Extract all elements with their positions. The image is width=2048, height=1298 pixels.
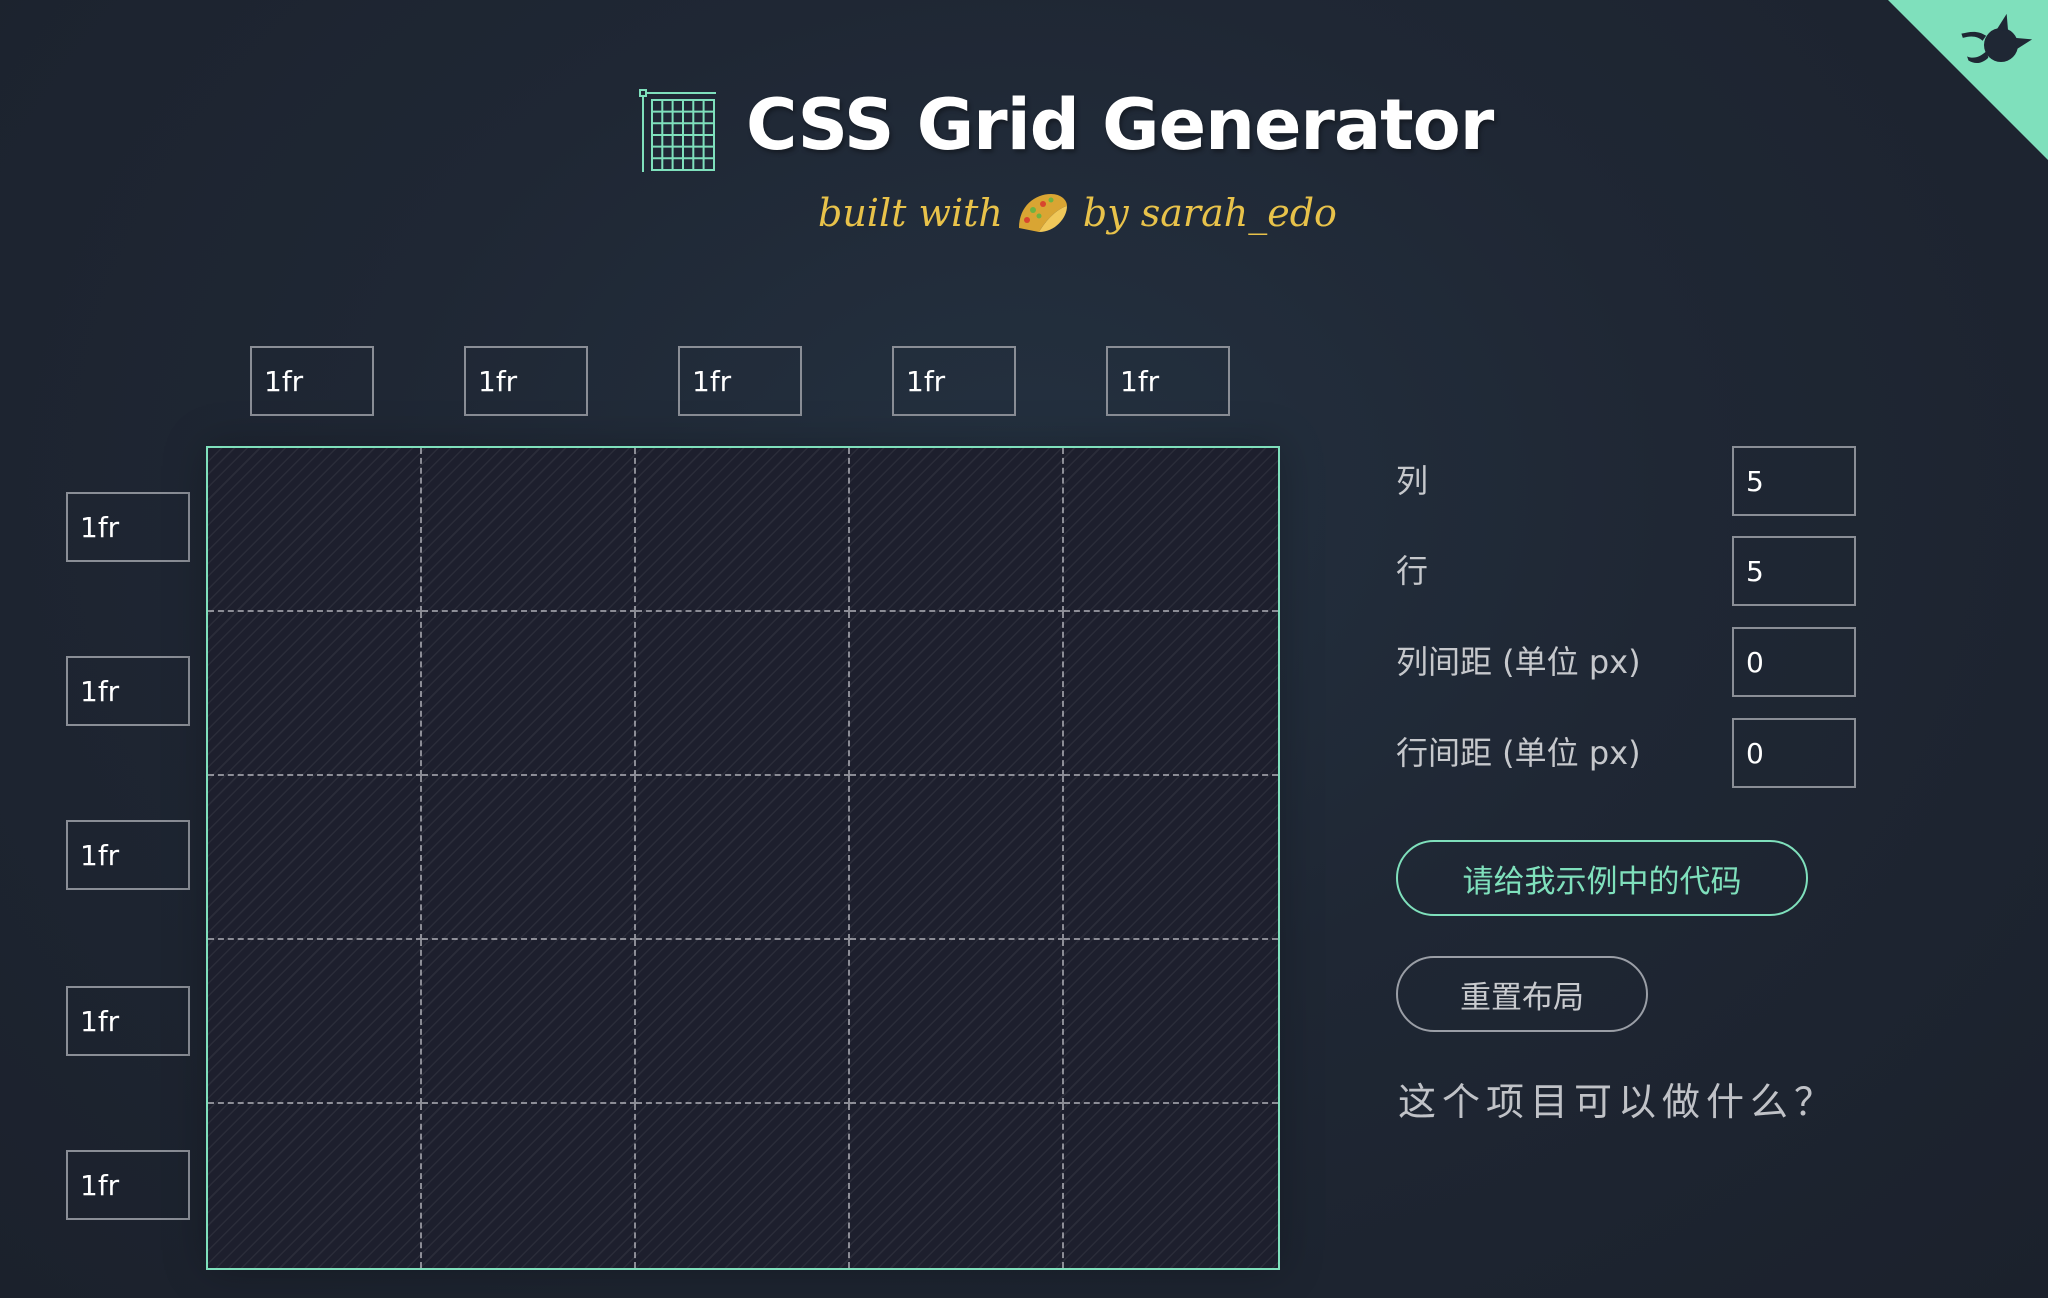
subtitle: built with by sarah_edo xyxy=(818,178,1337,248)
grid-logo-icon xyxy=(636,86,720,176)
grid-canvas[interactable] xyxy=(206,446,1280,1270)
column-size-input-2[interactable] xyxy=(464,346,588,416)
grid-cell[interactable] xyxy=(1064,448,1278,612)
column-size-input-4[interactable] xyxy=(892,346,1016,416)
grid-cell[interactable] xyxy=(208,612,422,776)
grid-cell[interactable] xyxy=(850,1104,1064,1268)
grid-cell[interactable] xyxy=(850,612,1064,776)
taco-icon xyxy=(1013,188,1069,238)
columns-label: 列 xyxy=(1396,462,1429,500)
grid-cell[interactable] xyxy=(636,448,850,612)
row-size-input-2[interactable] xyxy=(66,656,190,726)
grid-cell[interactable] xyxy=(422,612,636,776)
grid-cell[interactable] xyxy=(1064,612,1278,776)
column-gap-input[interactable] xyxy=(1732,627,1856,697)
grid-cell[interactable] xyxy=(422,448,636,612)
grid-cell[interactable] xyxy=(636,940,850,1104)
row-gap-label: 行间距 (单位 px) xyxy=(1396,734,1641,772)
grid-cell[interactable] xyxy=(1064,1104,1278,1268)
row-gap-input[interactable] xyxy=(1732,718,1856,788)
grid-cell[interactable] xyxy=(1064,776,1278,940)
grid-cell[interactable] xyxy=(422,940,636,1104)
grid-cell[interactable] xyxy=(850,940,1064,1104)
grid-cell[interactable] xyxy=(208,940,422,1104)
grid-cell[interactable] xyxy=(208,776,422,940)
grid-cell[interactable] xyxy=(636,776,850,940)
row-size-input-5[interactable] xyxy=(66,1150,190,1220)
grid-cell[interactable] xyxy=(636,612,850,776)
reset-layout-button[interactable]: 重置布局 xyxy=(1396,956,1648,1032)
column-size-input-1[interactable] xyxy=(250,346,374,416)
grid-cell[interactable] xyxy=(422,1104,636,1268)
column-size-input-5[interactable] xyxy=(1106,346,1230,416)
row-size-input-3[interactable] xyxy=(66,820,190,890)
grid-cell[interactable] xyxy=(636,1104,850,1268)
about-project-link[interactable]: 这个项目可以做什么？ xyxy=(1398,1070,1838,1134)
grid-cell[interactable] xyxy=(850,776,1064,940)
grid-cell[interactable] xyxy=(422,776,636,940)
column-size-input-3[interactable] xyxy=(678,346,802,416)
get-code-button[interactable]: 请给我示例中的代码 xyxy=(1396,840,1808,916)
row-size-input-1[interactable] xyxy=(66,492,190,562)
page-title: CSS Grid Generator xyxy=(746,84,1494,166)
grid-cell[interactable] xyxy=(208,448,422,612)
subtitle-prefix: built with xyxy=(818,191,1003,235)
page-header: CSS Grid Generator built with by sarah_e… xyxy=(0,78,2048,248)
row-size-input-4[interactable] xyxy=(66,986,190,1056)
subtitle-suffix: by sarah_edo xyxy=(1082,191,1337,235)
grid-cell[interactable] xyxy=(1064,940,1278,1104)
column-gap-label: 列间距 (单位 px) xyxy=(1396,643,1641,681)
grid-cell[interactable] xyxy=(208,1104,422,1268)
columns-count-input[interactable] xyxy=(1732,446,1856,516)
rows-count-input[interactable] xyxy=(1732,536,1856,606)
rows-label: 行 xyxy=(1396,552,1429,590)
grid-cell[interactable] xyxy=(850,448,1064,612)
